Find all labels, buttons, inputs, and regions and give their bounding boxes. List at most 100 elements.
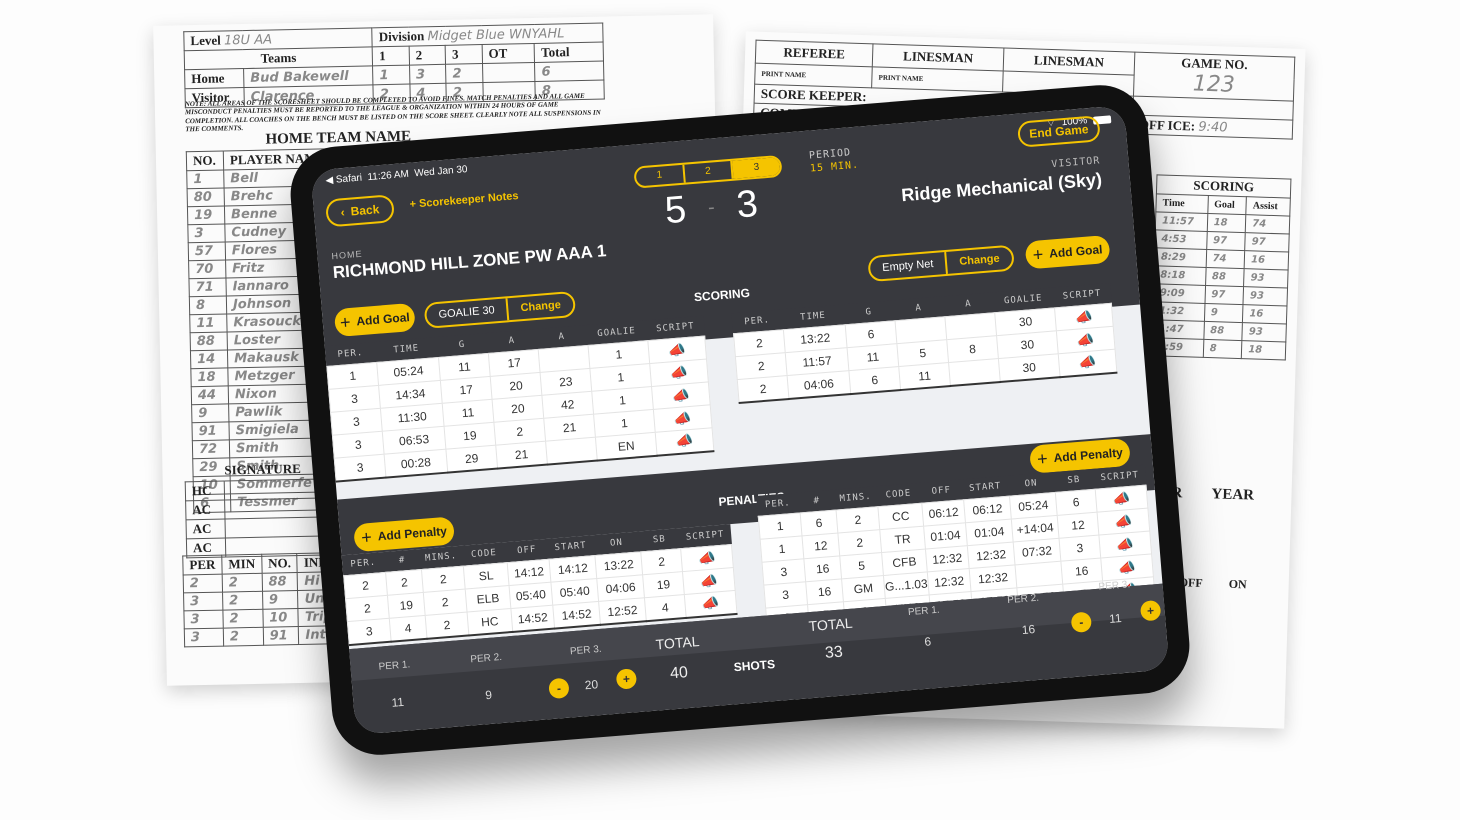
player-number: 11 (189, 313, 228, 333)
player-number: 91 (191, 421, 230, 441)
script-cell: 📣 (684, 590, 737, 618)
paper-scoring-cell: 97 (1206, 231, 1246, 251)
visitor-shots-per3: 11 (1108, 611, 1123, 627)
table-cell: 11 (898, 362, 951, 390)
paper-penalty-cell: 3 (183, 592, 223, 611)
table-cell: 2 (836, 506, 880, 534)
megaphone-icon[interactable]: 📣 (698, 549, 717, 566)
table-cell: 2 (421, 566, 466, 593)
paper-scoring-cell: 88 (1205, 267, 1245, 287)
megaphone-icon[interactable]: 📣 (701, 595, 720, 612)
table-cell: 16 (1060, 558, 1103, 585)
column-header: CODE (885, 488, 912, 501)
column-header: A (964, 299, 973, 310)
paper-scoring-cell: 9 (1204, 303, 1244, 323)
table-cell: 19 (642, 571, 685, 598)
column-header: PER. (764, 498, 792, 511)
megaphone-icon[interactable]: 📣 (1076, 331, 1095, 348)
player-number: 70 (188, 259, 226, 279)
megaphone-icon[interactable]: 📣 (1074, 308, 1093, 325)
level-value: 18U AA (223, 32, 273, 49)
signature-role: HC (185, 481, 225, 501)
table-cell: 12 (1057, 512, 1099, 539)
status-date: Wed Jan 30 (414, 164, 468, 180)
table-cell: 3 (347, 618, 392, 645)
megaphone-icon[interactable]: 📣 (1078, 354, 1097, 371)
table-cell: 3 (1059, 535, 1101, 562)
home-scoring-table: PER. TIME G A A GOALIE SCRIPT 1 05:24 11 17 1 📣 3 14:… (324, 315, 715, 483)
megaphone-icon[interactable]: 📣 (671, 386, 690, 403)
period-option[interactable]: 2 (684, 160, 734, 183)
megaphone-icon[interactable]: 📣 (668, 341, 687, 358)
period-header: OT (481, 43, 535, 64)
megaphone-icon[interactable]: 📣 (1116, 535, 1135, 552)
player-number: 1 (186, 169, 225, 189)
megaphone-icon[interactable]: 📣 (1118, 558, 1137, 575)
paper-scoring-cell: 8 (1202, 339, 1243, 359)
table-cell: 12:52 (598, 597, 647, 625)
table-cell: 1 (758, 512, 802, 540)
table-cell: 3 (763, 581, 808, 609)
table-cell: 2 (425, 612, 469, 639)
megaphone-icon[interactable]: 📣 (670, 364, 689, 381)
period-option-active[interactable]: 3 (732, 157, 781, 179)
visitor-shots-per1: 6 (923, 634, 932, 649)
column-header: MINS. (424, 551, 458, 564)
table-cell: 2 (640, 548, 683, 575)
visitor-goalie-change-button[interactable]: Change (947, 247, 1013, 274)
megaphone-icon[interactable]: 📣 (673, 409, 692, 426)
table-cell: GM (841, 575, 886, 602)
paper-scoring-cell: 97 (1204, 285, 1244, 305)
table-cell: 2 (837, 529, 882, 556)
table-cell: EN (595, 432, 658, 461)
column-header: A (508, 335, 516, 347)
table-cell: 2 (343, 572, 388, 599)
visitor-goalie-label: Empty Net (869, 251, 949, 281)
table-cell: 19 (387, 592, 426, 619)
end-game-button[interactable]: End Game (1016, 115, 1101, 148)
paper-penalty-cell: 3 (183, 610, 224, 629)
status-app: Safari (335, 172, 363, 186)
paper-scoring-cell: 8:18 (1153, 265, 1206, 286)
column-header: OFF (516, 544, 537, 557)
table-cell: 12:32 (925, 545, 970, 572)
megaphone-icon[interactable]: 📣 (1112, 489, 1131, 506)
home-add-goal-button[interactable]: + Add Goal (333, 302, 416, 338)
column-header: OFF (931, 485, 952, 497)
megaphone-icon[interactable]: 📣 (699, 572, 718, 589)
paper-scoring-cell: 74 (1245, 214, 1290, 235)
visitor-add-goal-button[interactable]: + Add Goal (1024, 234, 1111, 270)
home-team-name: RICHMOND HILL ZONE PW AAA 1 (332, 241, 607, 283)
period-option[interactable]: 1 (635, 164, 686, 187)
visitor-shots-per2: 16 (1021, 622, 1036, 638)
period-header: 1 (372, 46, 410, 66)
column-header: SB (1067, 474, 1081, 486)
paper-scoring-cell: 93 (1242, 322, 1287, 342)
player-number: 72 (192, 439, 230, 459)
table-cell: 6 (848, 366, 901, 394)
scorekeeper-notes-link[interactable]: + Scorekeeper Notes (409, 190, 519, 211)
table-cell: 05:40 (509, 582, 553, 609)
player-number: 88 (190, 331, 228, 351)
megaphone-icon[interactable]: 📣 (1114, 512, 1133, 529)
table-cell: 4 (389, 615, 427, 642)
period-label: PERIOD (808, 147, 852, 162)
back-to-app-icon: ◀ (325, 174, 334, 187)
visitor-goalie-control: Empty Net Change (867, 244, 1015, 283)
home-score: 5 (663, 188, 688, 233)
megaphone-icon[interactable]: 📣 (675, 432, 694, 449)
player-number: 8 (189, 295, 227, 315)
back-button[interactable]: ‹ Back (324, 194, 396, 228)
column-header: A (558, 331, 566, 343)
paper-scoring-cell: 16 (1242, 304, 1287, 324)
player-number: 18 (190, 367, 229, 387)
paper-scoring-cell: 93 (1243, 286, 1288, 307)
home-goalie-change-button[interactable]: Change (508, 293, 574, 320)
player-number: 3 (187, 223, 226, 243)
home-shots-per3: 20 (584, 677, 599, 693)
table-cell (545, 437, 598, 465)
table-cell: 30 (998, 353, 1061, 382)
player-number: 14 (190, 349, 228, 369)
table-cell: 2 (423, 589, 468, 616)
paper-penalty-cell: 2 (222, 591, 263, 611)
